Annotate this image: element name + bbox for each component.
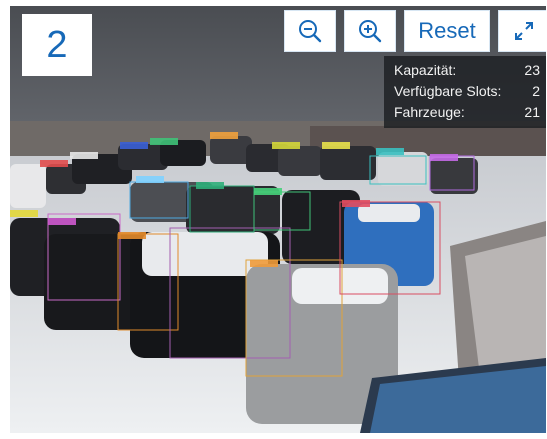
detection-label: [322, 142, 350, 149]
detection-label: [430, 154, 458, 161]
detection-label: [150, 138, 178, 145]
zoom-out-button[interactable]: [284, 10, 336, 52]
stat-row-available-slots: Verfügbare Slots: 2: [394, 81, 540, 102]
detection-label: [120, 142, 148, 149]
parking-stats-panel: Kapazität: 23 Verfügbare Slots: 2 Fahrze…: [384, 56, 546, 128]
detection-label: [118, 232, 146, 239]
fullscreen-button[interactable]: [498, 10, 546, 52]
detection-label: [70, 152, 98, 159]
stat-row-capacity: Kapazität: 23: [394, 60, 540, 81]
stat-value: 21: [524, 104, 540, 120]
detection-label: [342, 200, 370, 207]
stat-label: Verfügbare Slots:: [394, 83, 502, 99]
detection-label: [250, 260, 278, 267]
view-number-badge: 2: [22, 14, 92, 76]
zoom-out-icon: [299, 20, 322, 43]
fullscreen-icon: [515, 22, 533, 40]
detection-label: [48, 218, 76, 225]
stat-row-vehicles: Fahrzeuge: 21: [394, 102, 540, 123]
detection-label: [272, 142, 300, 149]
camera-feed: 2 Reset Kapazität: 23 Verfügbare Slots: …: [10, 6, 546, 433]
image-toolbar: Reset: [284, 10, 546, 52]
detection-label: [254, 188, 282, 195]
detection-label: [196, 182, 224, 189]
detection-label: [136, 176, 164, 183]
detection-label: [40, 160, 68, 167]
stat-label: Kapazität:: [394, 62, 457, 78]
stat-value: 2: [532, 83, 540, 99]
stat-label: Fahrzeuge:: [394, 104, 465, 120]
detection-label: [376, 148, 404, 155]
detection-label: [10, 210, 38, 217]
reset-button[interactable]: Reset: [404, 10, 490, 52]
zoom-in-button[interactable]: [344, 10, 396, 52]
zoom-in-icon: [359, 20, 382, 43]
stat-value: 23: [524, 62, 540, 78]
detection-label: [210, 132, 238, 139]
view-number: 2: [46, 23, 68, 66]
